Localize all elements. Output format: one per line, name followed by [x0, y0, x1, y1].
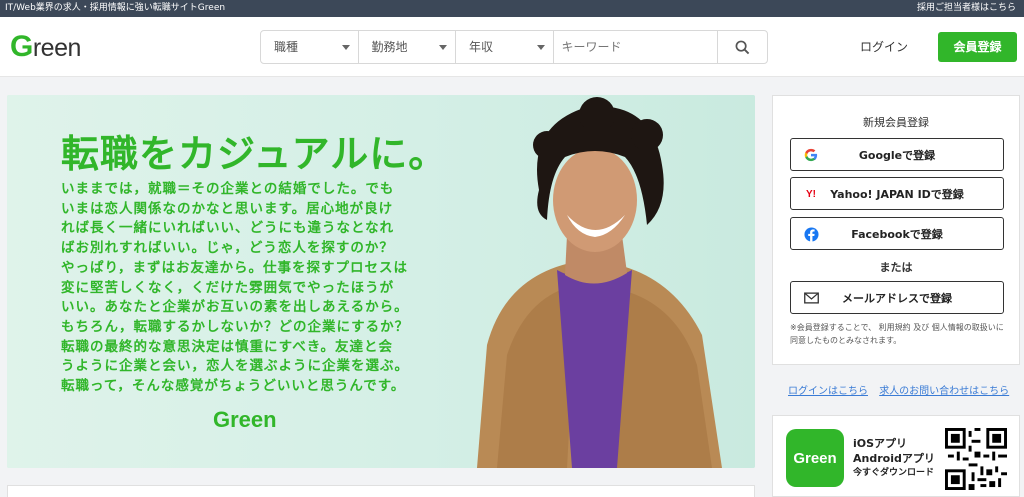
- sidebar-links: ログインはこちら 求人のお問い合わせはこちら: [788, 382, 1017, 397]
- keyword-input[interactable]: [553, 31, 717, 63]
- hero-line: やっぱり，まずはお友達から。仕事を探すプロセスは: [61, 259, 409, 276]
- model-photo: [477, 97, 722, 468]
- signup-title: 新規会員登録: [863, 116, 929, 129]
- hero-body: いままでは，就職＝その企業との結婚でした。でも いまは恋人関係なのかなと思います…: [61, 180, 441, 397]
- site-tagline: IT/Web業界の求人・採用情報に強い転職サイトGreen: [5, 3, 226, 13]
- green-logo[interactable]: Green: [10, 30, 81, 63]
- top-bar: IT/Web業界の求人・採用情報に強い転職サイトGreen 採用ご担当者様はこち…: [0, 0, 1024, 17]
- app-text: iOSアプリ Androidアプリ 今すぐダウンロード: [853, 436, 935, 481]
- terms-note: ※会員登録することで、 利用規約 及び 個人情報の取扱いに同意したものとみなされ…: [790, 323, 1004, 345]
- google-signup-button[interactable]: Googleで登録: [790, 138, 1004, 171]
- chevron-down-icon: [439, 45, 447, 50]
- app-download-panel: Green iOSアプリ Androidアプリ 今すぐダウンロード: [772, 415, 1020, 497]
- hero-line: 変に堅苦しくなく，くだけた雰囲気でやったほうが: [61, 279, 395, 296]
- job-search-bar: 職種 勤務地 年収: [260, 30, 768, 64]
- android-app-label[interactable]: Androidアプリ: [853, 451, 935, 466]
- header: Green 職種 勤務地 年収 ログイン 会員登録: [0, 17, 1024, 77]
- mail-icon: [803, 290, 819, 306]
- logo-text: Green: [10, 30, 81, 63]
- salary-label: 年収: [469, 40, 494, 54]
- download-now-label: 今すぐダウンロード: [853, 468, 935, 478]
- facebook-signup-button[interactable]: Facebookで登録: [790, 217, 1004, 250]
- yahoo-signup-label: Yahoo! JAPAN IDで登録: [830, 187, 964, 201]
- facebook-signup-label: Facebookで登録: [851, 227, 943, 241]
- email-signup-label: メールアドレスで登録: [842, 291, 952, 305]
- google-signup-label: Googleで登録: [858, 148, 936, 162]
- hero-line: いまは恋人関係なのかなと思います。居心地が良け: [61, 200, 394, 217]
- chevron-down-icon: [341, 45, 350, 50]
- or-divider: または: [879, 261, 913, 274]
- hero-line: いい。あなたと企業がお互いの素を出しあえるから。: [61, 299, 409, 316]
- hero-line: もちろん，転職するかしないか？どの企業にするか？: [61, 318, 410, 335]
- job-type-label: 職種: [274, 40, 299, 54]
- hero-line: れば長く一緒にいればいい、どうにも違うなとなれ: [61, 220, 395, 237]
- hero-title: 転職をカジュアルに。: [61, 132, 448, 176]
- login-here-link[interactable]: ログインはこちら: [788, 386, 868, 397]
- yahoo-signup-button[interactable]: Y! Yahoo! JAPAN IDで登録: [790, 177, 1004, 210]
- hero-logo: Green: [213, 407, 277, 432]
- register-button[interactable]: 会員登録: [938, 32, 1017, 62]
- hero-line: 転職の最終的な意思決定は慎重にすべき。友達と会: [61, 338, 394, 355]
- chevron-down-icon: [536, 45, 545, 50]
- search-icon: [735, 40, 750, 54]
- green-app-icon[interactable]: Green: [786, 429, 844, 487]
- hero-line: ばお別れすればいい。じゃ，どう恋人を探すのか？: [61, 240, 394, 257]
- facebook-icon: [803, 226, 819, 242]
- employer-link[interactable]: 採用ご担当者様はこちら: [917, 0, 1016, 17]
- search-button[interactable]: [716, 31, 768, 63]
- hero-line: うように企業と会い，恋人を選ぶように企業を選ぶ。: [61, 358, 409, 375]
- hero-line: 転職って，そんな感覚がちょうどいいと思うんです。: [61, 378, 406, 395]
- contact-link[interactable]: 求人のお問い合わせはこちら: [879, 386, 1009, 397]
- email-signup-button[interactable]: メールアドレスで登録: [790, 281, 1004, 314]
- hero-banner: 転職をカジュアルに。 いままでは，就職＝その企業との結婚でした。でも いまは恋人…: [7, 95, 755, 468]
- ios-app-label[interactable]: iOSアプリ: [853, 436, 935, 451]
- yahoo-icon: Y!: [806, 188, 816, 200]
- hero-line: いままでは，就職＝その企業との結婚でした。でも: [61, 181, 395, 197]
- google-icon: [803, 147, 819, 163]
- signup-panel: 新規会員登録 Googleで登録 Y! Yahoo! JAPAN IDで登録 F…: [772, 95, 1020, 365]
- job-type-select[interactable]: 職種: [261, 31, 359, 63]
- qr-code-icon: [945, 428, 1007, 490]
- salary-select[interactable]: 年収: [456, 31, 554, 63]
- content-card: [7, 485, 755, 497]
- login-link[interactable]: ログイン: [860, 38, 908, 55]
- location-label: 勤務地: [371, 40, 408, 54]
- location-select[interactable]: 勤務地: [359, 31, 456, 63]
